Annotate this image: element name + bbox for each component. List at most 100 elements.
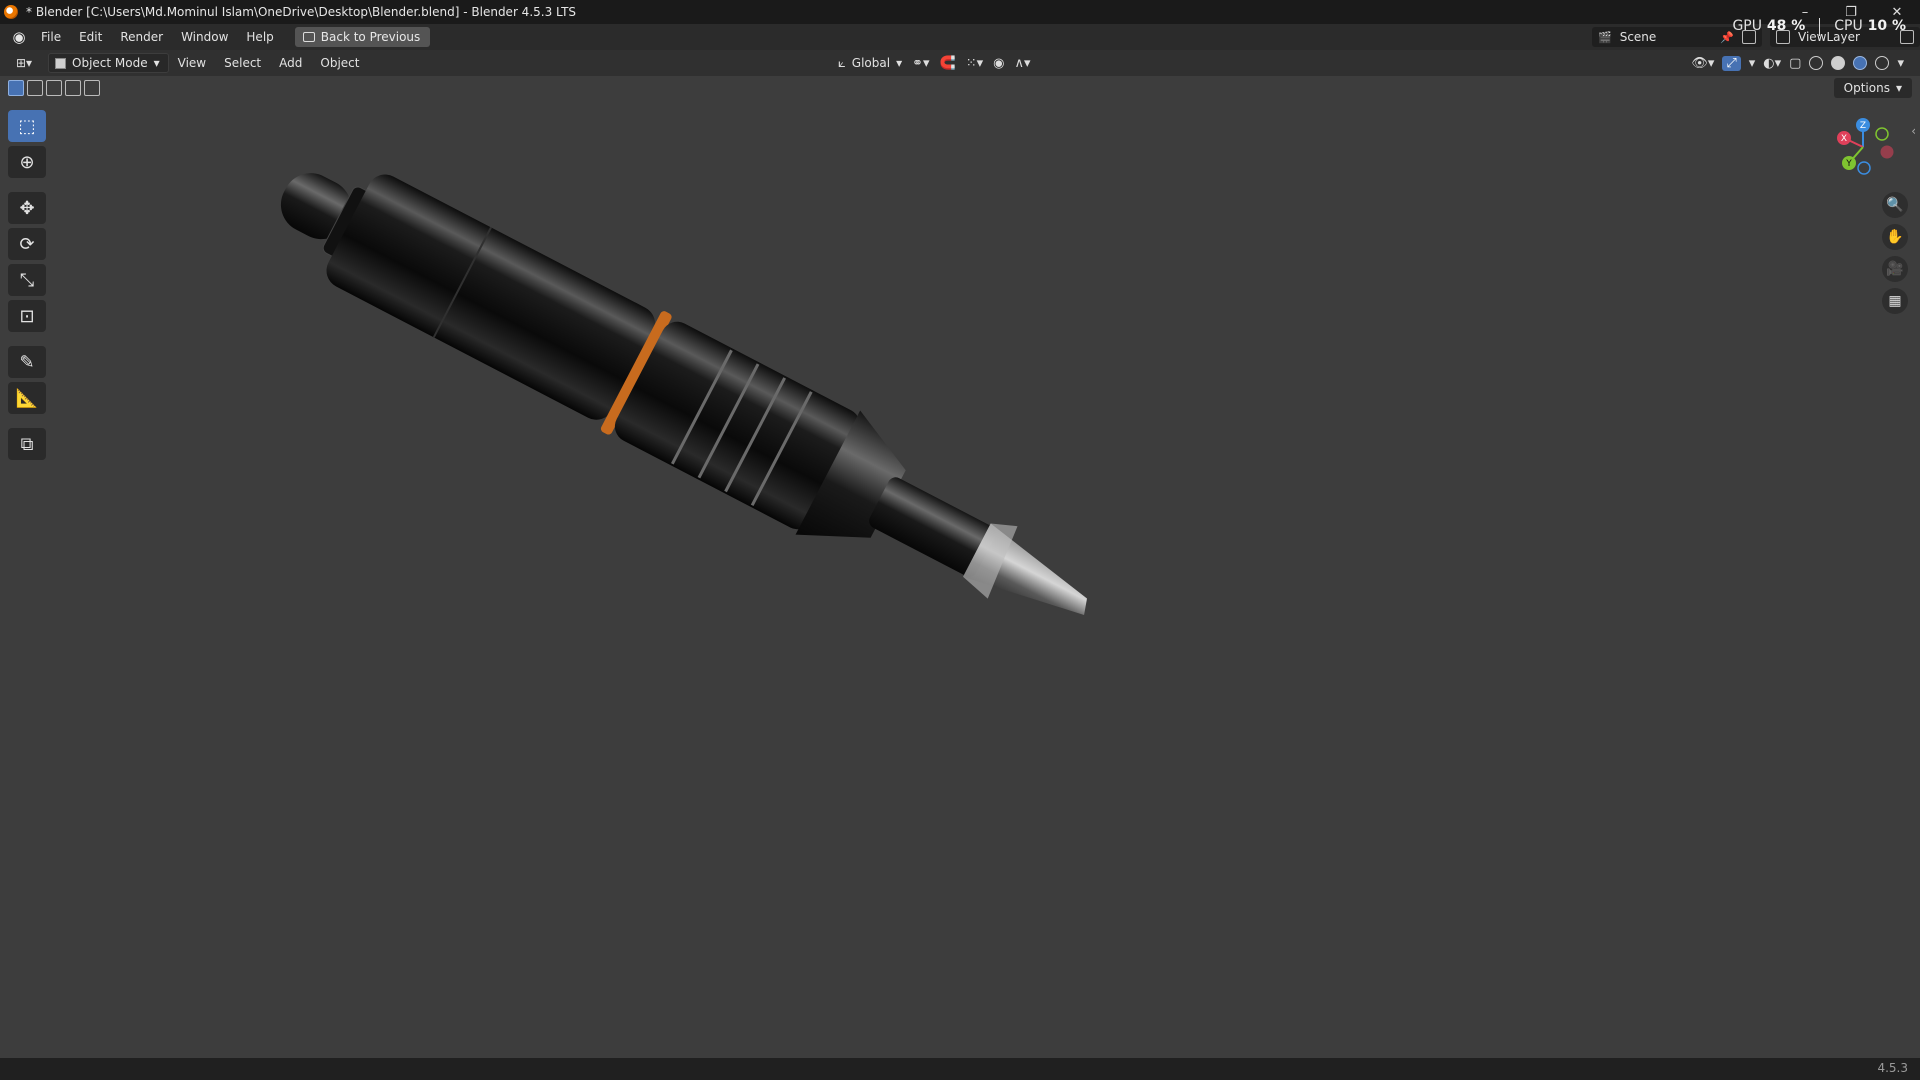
select-invert-icon[interactable] xyxy=(65,80,81,96)
chevron-down-icon[interactable]: ▾ xyxy=(1897,56,1904,71)
tool-shelf: ⬚ ⊕ ✥ ⟳ ⤡ ⊡ ✎ 📐 ⧉ xyxy=(8,110,48,460)
transform-tool[interactable]: ⊡ xyxy=(8,300,46,332)
neg-x-axis-handle[interactable] xyxy=(1880,145,1894,159)
back-to-previous-label: Back to Previous xyxy=(320,30,421,44)
resource-monitor: GPU 48 % CPU 10 % xyxy=(1732,18,1906,36)
cursor-icon: ⊕ xyxy=(19,151,35,173)
navigation-gizmo[interactable]: Z X Y xyxy=(1830,115,1900,185)
xray-icon[interactable]: ▢ xyxy=(1789,56,1801,71)
chevron-down-icon: ▾ xyxy=(1895,81,1902,95)
scene-icon: 🎬 xyxy=(1598,30,1612,44)
grip-groove-3 xyxy=(724,377,786,493)
object-mode-dropdown[interactable]: Object Mode ▾ xyxy=(48,53,169,73)
cpu-usage: CPU 10 % xyxy=(1834,18,1906,36)
pen-cartridge-collar xyxy=(963,523,1018,599)
grip-groove-2 xyxy=(697,363,760,479)
y-axis-label: Y xyxy=(1845,159,1852,169)
falloff-icon[interactable]: ∧▾ xyxy=(1014,56,1030,71)
select-extend-icon[interactable] xyxy=(27,80,43,96)
perspective-grid-icon[interactable]: ▦ xyxy=(1882,288,1908,314)
transform-tools: ⟀ Global ▾ ⚭▾ 🧲 ⁙▾ ◉ ∧▾ xyxy=(838,52,1031,74)
pen-body-seam xyxy=(432,226,492,338)
rotate-icon: ⟳ xyxy=(19,233,35,255)
navigation-buttons: 🔍 ✋ 🎥 ▦ xyxy=(1882,192,1908,314)
visibility-icon[interactable]: 👁▾ xyxy=(1691,56,1714,71)
move-icon: ✥ xyxy=(19,197,35,219)
viewport-menu-select[interactable]: Select xyxy=(215,56,270,70)
zoom-icon[interactable]: 🔍 xyxy=(1882,192,1908,218)
gpu-usage: GPU 48 % xyxy=(1732,18,1805,36)
annotate-tool[interactable]: ✎ xyxy=(8,346,46,378)
version-label: 4.5.3 xyxy=(1877,1061,1908,1075)
window-title: * Blender [C:\Users\Md.Mominul Islam\One… xyxy=(26,5,577,19)
cursor-tool[interactable]: ⊕ xyxy=(8,146,46,178)
pan-hand-icon[interactable]: ✋ xyxy=(1882,224,1908,250)
rendered-shading-icon[interactable] xyxy=(1875,56,1890,70)
measure-tool[interactable]: 📐 xyxy=(8,382,46,414)
pen-cartridge-tip xyxy=(963,523,1088,615)
pen-back-ring xyxy=(322,186,370,258)
viewport-menu-object[interactable]: Object xyxy=(311,56,368,70)
snap-target-icon[interactable]: ⁙▾ xyxy=(966,56,983,71)
chevron-down-icon: ▾ xyxy=(896,56,903,70)
scale-tool[interactable]: ⤡ xyxy=(8,264,46,296)
grip-groove-4 xyxy=(750,391,813,507)
menu-edit[interactable]: Edit xyxy=(70,26,111,48)
menu-render[interactable]: Render xyxy=(111,26,172,48)
tattoo-pen-model[interactable] xyxy=(253,128,1120,670)
viewport-menu-view[interactable]: View xyxy=(169,56,215,70)
sidebar-toggle-icon[interactable]: ‹ xyxy=(1911,124,1916,138)
neg-z-axis-handle[interactable] xyxy=(1857,161,1871,175)
editor-type-icon[interactable]: ⊞▾ xyxy=(8,52,40,74)
viewport-display-tools: 👁▾ ⤢ ▾ ◐▾ ▢ ▾ xyxy=(1691,52,1904,74)
add-cube-icon: ⧉ xyxy=(20,433,34,455)
viewport-header: ⊞▾ Object Mode ▾ View Select Add Object … xyxy=(0,50,1920,76)
material-preview-shading-icon[interactable] xyxy=(1853,56,1868,70)
gpu-value: 48 % xyxy=(1766,18,1806,34)
menu-help[interactable]: Help xyxy=(237,26,282,48)
solid-shading-icon[interactable] xyxy=(1831,56,1846,70)
object-mode-icon xyxy=(55,57,66,69)
top-bar: ◉ File Edit Render Window Help Back to P… xyxy=(0,24,1920,50)
neg-y-axis-handle[interactable] xyxy=(1875,127,1889,141)
grip-groove-1 xyxy=(671,349,733,465)
screen-icon xyxy=(302,32,315,42)
blender-logo-icon xyxy=(4,5,18,19)
x-axis-label: X xyxy=(1841,134,1847,144)
pivot-point-icon[interactable]: ⚭▾ xyxy=(912,56,929,71)
options-label: Options xyxy=(1843,81,1890,95)
proportional-editing-icon[interactable]: ◉ xyxy=(993,56,1004,71)
overlays-icon[interactable]: ◐▾ xyxy=(1763,56,1781,71)
camera-view-icon[interactable]: 🎥 xyxy=(1882,256,1908,282)
axis-gizmo-icon: Z X Y xyxy=(1837,118,1894,175)
move-tool[interactable]: ✥ xyxy=(8,192,46,224)
transform-orientation-dropdown[interactable]: ⟀ Global ▾ xyxy=(838,56,902,71)
back-to-previous-button[interactable]: Back to Previous xyxy=(294,27,431,47)
title-bar: * Blender [C:\Users\Md.Mominul Islam\One… xyxy=(0,0,1920,24)
menu-file[interactable]: File xyxy=(32,26,70,48)
wireframe-shading-icon[interactable] xyxy=(1809,56,1824,70)
select-new-icon[interactable] xyxy=(8,80,24,96)
chevron-down-icon: ▾ xyxy=(153,56,160,70)
menu-window[interactable]: Window xyxy=(172,26,237,48)
measure-icon: 📐 xyxy=(15,387,39,409)
select-intersect-icon[interactable] xyxy=(84,80,100,96)
status-bar: 4.5.3 xyxy=(0,1058,1920,1080)
select-subtract-icon[interactable] xyxy=(46,80,62,96)
blender-menu-icon[interactable]: ◉ xyxy=(6,24,32,50)
pen-main-body xyxy=(326,174,656,420)
chevron-down-icon[interactable]: ▾ xyxy=(1749,56,1756,71)
select-box-tool[interactable]: ⬚ xyxy=(8,110,46,142)
gizmo-toggle-icon[interactable]: ⤢ xyxy=(1722,55,1741,71)
select-box-icon: ⬚ xyxy=(18,115,36,137)
options-dropdown[interactable]: Options ▾ xyxy=(1833,78,1912,98)
annotate-icon: ✎ xyxy=(19,351,35,373)
orientation-icon: ⟀ xyxy=(838,55,846,71)
rotate-tool[interactable]: ⟳ xyxy=(8,228,46,260)
snap-icon[interactable]: 🧲 xyxy=(940,56,956,71)
viewport-menu-add[interactable]: Add xyxy=(270,56,311,70)
pen-grip xyxy=(614,321,860,530)
pen-taper xyxy=(795,410,906,538)
add-cube-tool[interactable]: ⧉ xyxy=(8,428,46,460)
transform-icon: ⊡ xyxy=(19,305,35,327)
